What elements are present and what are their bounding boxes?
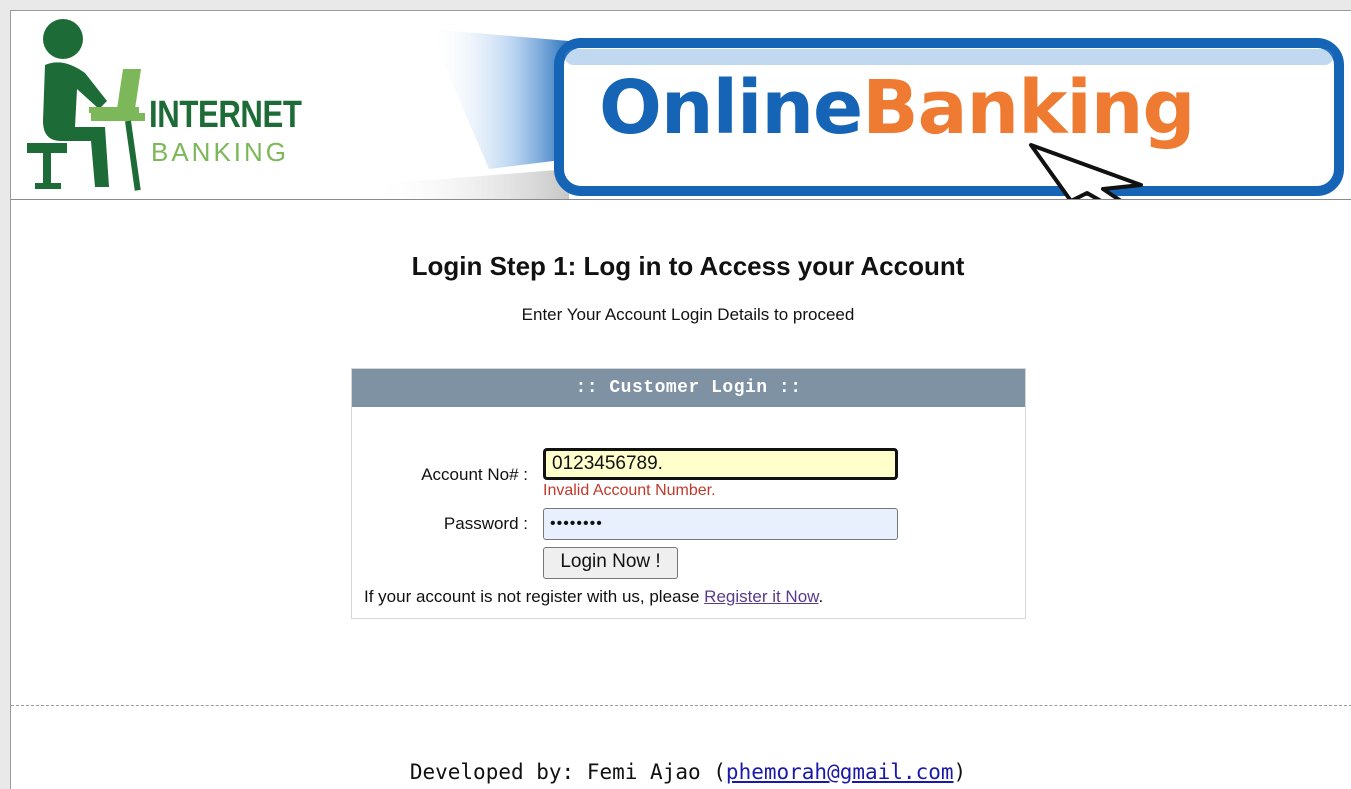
register-prompt-text: If your account is not register with us,… — [364, 587, 705, 606]
logo-text-banking: BANKING — [151, 137, 290, 167]
account-number-label: Account No# : — [421, 465, 528, 484]
account-number-input[interactable]: 0123456789. — [543, 448, 898, 480]
page: INTERNET BANKING OnlineBanking Login Ste… — [10, 10, 1351, 789]
header-banner: INTERNET BANKING OnlineBanking — [11, 11, 1351, 200]
page-title: Login Step 1: Log in to Access your Acco… — [411, 251, 965, 281]
account-error-message: Invalid Account Number. — [543, 482, 716, 499]
footer-divider — [11, 705, 1351, 706]
mouse-cursor-icon — [1029, 143, 1143, 199]
password-label: Password : — [443, 514, 528, 533]
logo-text-internet: INTERNET — [149, 94, 302, 136]
page-subtitle: Enter Your Account Login Details to proc… — [521, 305, 855, 324]
online-word: Online — [599, 65, 863, 151]
customer-login-panel: :: Customer Login :: Account No# : 01234… — [351, 368, 1026, 619]
password-input[interactable]: •••••••• — [543, 508, 898, 540]
login-now-button[interactable]: Login Now ! — [543, 547, 678, 579]
login-panel-header: :: Customer Login :: — [352, 369, 1025, 407]
register-prompt-suffix: . — [818, 587, 824, 606]
banking-word: Banking — [862, 65, 1195, 151]
person-at-laptop-icon — [27, 19, 145, 191]
register-prompt: If your account is not register with us,… — [364, 587, 823, 607]
footer-developer-credit: Developed by: Femi Ajao (phemorah@gmail.… — [11, 760, 1351, 784]
developer-email-link[interactable]: phemorah@gmail.com — [726, 760, 954, 784]
footer-close-paren: ) — [953, 760, 967, 784]
online-banking-wordmark: OnlineBanking — [599, 63, 1195, 153]
footer-developed-by: Developed by: Femi Ajao ( — [409, 760, 726, 784]
register-link[interactable]: Register it Now — [704, 587, 818, 606]
